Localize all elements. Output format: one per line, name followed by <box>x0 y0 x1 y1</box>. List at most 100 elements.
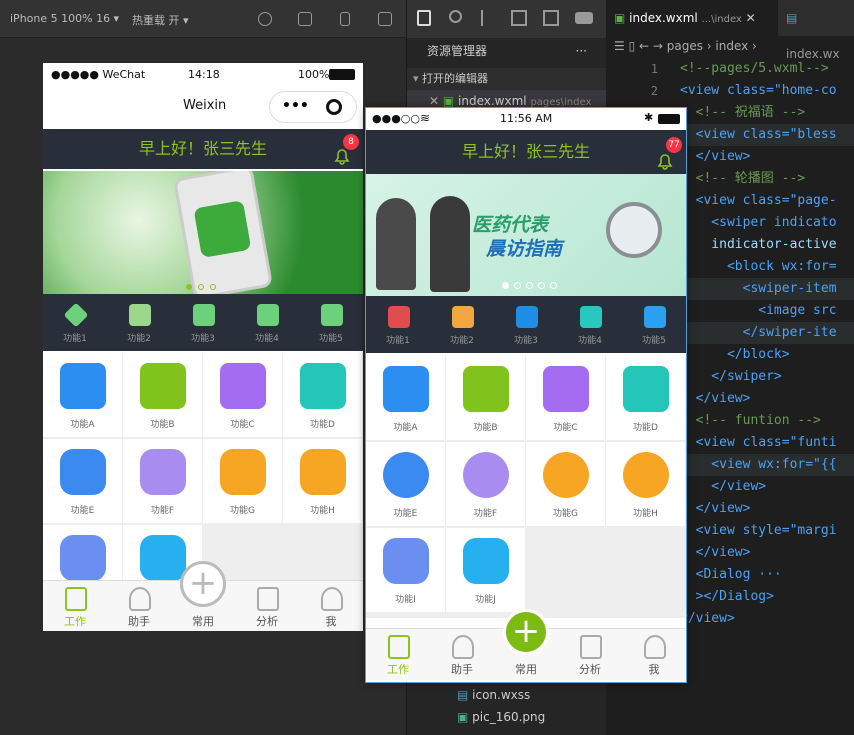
tab-item[interactable]: 分析 <box>558 629 622 681</box>
greeting-text: 早上好！张三先生 <box>138 139 267 158</box>
capsule-menu[interactable]: ••• <box>269 91 357 123</box>
carousel-dot[interactable] <box>502 282 509 289</box>
grid-icon <box>140 363 186 409</box>
open-editors-header[interactable]: ▾ 打开的编辑器 <box>407 68 607 90</box>
files-icon[interactable] <box>417 10 431 26</box>
grid-item[interactable]: 功能H <box>283 439 362 523</box>
grid-item[interactable]: 功能F <box>446 442 525 526</box>
status-bar: ●●●●● WeChat 14:18 100% <box>43 63 363 85</box>
tab-item[interactable]: 助手 <box>107 581 171 631</box>
banner-carousel[interactable] <box>43 171 363 294</box>
grid-item[interactable]: 功能A <box>366 356 445 440</box>
function-label: 功能1 <box>386 336 410 346</box>
function-item[interactable]: 功能2 <box>430 296 494 353</box>
grid-item[interactable]: 功能I <box>366 528 445 612</box>
grid-label: 功能A <box>70 420 95 430</box>
activity-bar <box>407 0 607 38</box>
function-grid: 功能A 功能B 功能C 功能D 功能E 功能F 功能G 功能H 功能I 功能J <box>366 356 686 618</box>
carousel-dot[interactable] <box>550 282 557 289</box>
carousel-dot[interactable] <box>186 284 192 290</box>
code-line[interactable]: 1 <!--pages/5.wxml--> <box>606 58 854 80</box>
function-label: 功能1 <box>63 334 87 344</box>
extensions-icon[interactable] <box>511 10 527 26</box>
tab-item[interactable]: 工作 <box>366 629 430 681</box>
grid-item[interactable]: 功能G <box>203 439 282 523</box>
grid-item[interactable]: 功能D <box>283 353 362 437</box>
function-item[interactable]: 功能3 <box>171 294 235 351</box>
function-icon <box>321 304 343 326</box>
greeting-text: 早上好！张三先生 <box>461 142 590 161</box>
nav-title: Weixin <box>183 98 227 113</box>
code-text: <view style="margi <box>680 523 837 538</box>
tab-item[interactable]: 工作 <box>43 581 107 631</box>
clipboard-icon <box>65 587 87 611</box>
function-item[interactable]: 功能1 <box>43 294 107 351</box>
file-item[interactable]: ▤ icon.wxss <box>407 684 607 706</box>
bell-icon[interactable]: 77 <box>656 137 682 170</box>
carousel-dot[interactable] <box>514 282 521 289</box>
wifi-icon: ≋ <box>420 111 431 125</box>
grid-item[interactable]: 功能C <box>203 353 282 437</box>
tab-item[interactable]: 助手 <box>430 629 494 681</box>
grid-item[interactable]: 功能B <box>446 356 525 440</box>
function-icon <box>63 302 89 328</box>
carousel-dot[interactable] <box>538 282 545 289</box>
code-line[interactable]: 2 <view class="home-co <box>606 80 854 102</box>
grid-item[interactable]: 功能J <box>446 528 525 612</box>
tab-label: 常用 <box>515 663 537 676</box>
function-item[interactable]: 功能4 <box>558 296 622 353</box>
function-item[interactable]: 功能2 <box>107 294 171 351</box>
code-text: </view> <box>680 611 735 626</box>
grid-label: 功能D <box>310 420 335 430</box>
person-silhouette <box>430 196 470 292</box>
carousel-dot[interactable] <box>198 284 204 290</box>
window-icon[interactable] <box>378 12 392 26</box>
nav-bar: Weixin ••• <box>43 85 363 128</box>
grid-item[interactable]: 功能B <box>123 353 202 437</box>
line-number: 1 <box>650 62 658 76</box>
image-icon[interactable] <box>543 10 559 26</box>
grid-item[interactable]: 功能D <box>606 356 685 440</box>
grid-item[interactable]: 功能C <box>526 356 605 440</box>
function-item[interactable]: 功能1 <box>366 296 430 353</box>
function-icon <box>580 306 602 328</box>
function-item[interactable]: 功能5 <box>299 294 363 351</box>
device-select[interactable]: iPhone 5 100% 16 ▾ <box>10 12 119 25</box>
add-icon[interactable]: + <box>180 561 226 607</box>
code-text: <view class="funti <box>680 435 837 450</box>
grid-item[interactable]: 功能E <box>43 439 122 523</box>
stop-icon[interactable] <box>298 12 312 26</box>
bell-icon[interactable]: 8 <box>333 134 359 165</box>
docker-icon[interactable] <box>575 12 593 24</box>
add-icon[interactable]: + <box>503 609 549 655</box>
search-icon[interactable] <box>449 10 462 23</box>
carousel-dot[interactable] <box>526 282 533 289</box>
tab-item[interactable]: + 常用 <box>171 561 235 631</box>
grid-item[interactable]: 功能G <box>526 442 605 526</box>
function-item[interactable]: 功能3 <box>494 296 558 353</box>
close-circle-icon[interactable] <box>326 99 342 115</box>
code-text: </view> <box>680 501 751 516</box>
more-icon[interactable]: ••• <box>282 98 309 114</box>
more-button[interactable]: ··· <box>576 40 587 62</box>
grid-item[interactable]: 功能H <box>606 442 685 526</box>
grid-item[interactable]: 功能F <box>123 439 202 523</box>
grid-item[interactable]: 功能A <box>43 353 122 437</box>
git-icon[interactable] <box>481 10 493 26</box>
function-item[interactable]: 功能5 <box>622 296 686 353</box>
hot-reload-toggle[interactable]: 热重载 开 ▾ <box>132 12 189 28</box>
file-item[interactable]: ▣ pic_160.png <box>407 706 607 728</box>
tab-index-wxml[interactable]: ▣ index.wxml ...\index ✕ <box>606 0 776 36</box>
grid-icon <box>140 449 186 495</box>
carousel-dot[interactable] <box>210 284 216 290</box>
tab-item[interactable]: + 常用 <box>494 609 558 681</box>
tab-item[interactable]: 分析 <box>235 581 299 631</box>
function-item[interactable]: 功能4 <box>235 294 299 351</box>
tab-index-wxss[interactable]: ▤ index.wx <box>778 0 854 61</box>
grid-item[interactable]: 功能E <box>366 442 445 526</box>
refresh-icon[interactable] <box>258 12 272 26</box>
phone-icon[interactable] <box>340 12 350 26</box>
tab-item[interactable]: 我 <box>622 629 686 681</box>
tab-item[interactable]: 我 <box>299 581 363 631</box>
banner-carousel[interactable]: 医药代表 晨访指南 <box>366 174 686 296</box>
